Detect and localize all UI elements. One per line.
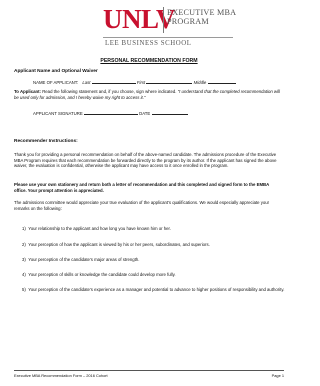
- unlv-emba-logo: UNLV EXECUTIVE MBA PROGRAM LEE BUSINESS …: [103, 3, 253, 51]
- instructions-paragraph-3: The admissions committee would appreciat…: [14, 200, 270, 211]
- middle-name-field[interactable]: [207, 80, 236, 84]
- recommender-section-heading: Recommender Instructions:: [14, 139, 78, 144]
- applicant-signature-field[interactable]: [83, 111, 138, 115]
- footer-page-number: Page 1: [271, 373, 284, 378]
- first-name-label: First: [136, 80, 146, 85]
- logo-wordmark: UNLV: [103, 4, 176, 34]
- remarks-list-item: 1) Your relationship to the applicant an…: [22, 226, 171, 231]
- form-title: PERSONAL RECOMMENDATION FORM: [100, 58, 198, 64]
- remarks-list-item: 4) Your perception of skills or knowledg…: [22, 272, 176, 277]
- recommendation-form-page: UNLV EXECUTIVE MBA PROGRAM LEE BUSINESS …: [0, 0, 298, 386]
- footer-form-name: Executive MBA Recommendation Form – 2016…: [14, 373, 108, 378]
- instructions-paragraph-1: Thank you for providing a personal recom…: [14, 152, 277, 169]
- instructions-paragraph-2: Please use your own stationery and retur…: [14, 182, 270, 193]
- date-label: DATE: [139, 111, 151, 116]
- logo-program-name: EXECUTIVE MBA PROGRAM: [167, 8, 237, 26]
- remarks-list-item: 3) Your perception of the candidate's ma…: [22, 257, 140, 262]
- remarks-list-item: 2) Your perception of how the applicant …: [22, 242, 210, 247]
- last-name-label: Last: [82, 80, 91, 85]
- waiver-statement: To Applicant: Read the following stateme…: [14, 89, 282, 100]
- signature-row: APPLICANT SIGNATURE DATE: [33, 111, 188, 117]
- footer-rule: [14, 370, 284, 371]
- logo-rule: [103, 37, 233, 38]
- last-name-field[interactable]: [91, 80, 136, 84]
- logo-divider: [163, 7, 164, 33]
- date-field[interactable]: [151, 111, 188, 115]
- remarks-list-item: 5) Your perception of the candidate's ex…: [22, 287, 285, 292]
- first-name-field[interactable]: [146, 80, 193, 84]
- applicant-section-heading: Applicant Name and Optional Waiver: [14, 69, 98, 74]
- waiver-instructions: Read the following statement and, if you…: [42, 89, 177, 94]
- middle-name-label: Middle: [193, 80, 207, 85]
- waiver-lead: To Applicant:: [14, 89, 41, 94]
- logo-school-name: LEE BUSINESS SCHOOL: [105, 40, 192, 47]
- applicant-signature-label: APPLICANT SIGNATURE: [33, 111, 83, 116]
- applicant-name-row: NAME OF APPLICANT: Last First Middle: [33, 80, 236, 86]
- name-of-applicant-label: NAME OF APPLICANT:: [33, 80, 79, 85]
